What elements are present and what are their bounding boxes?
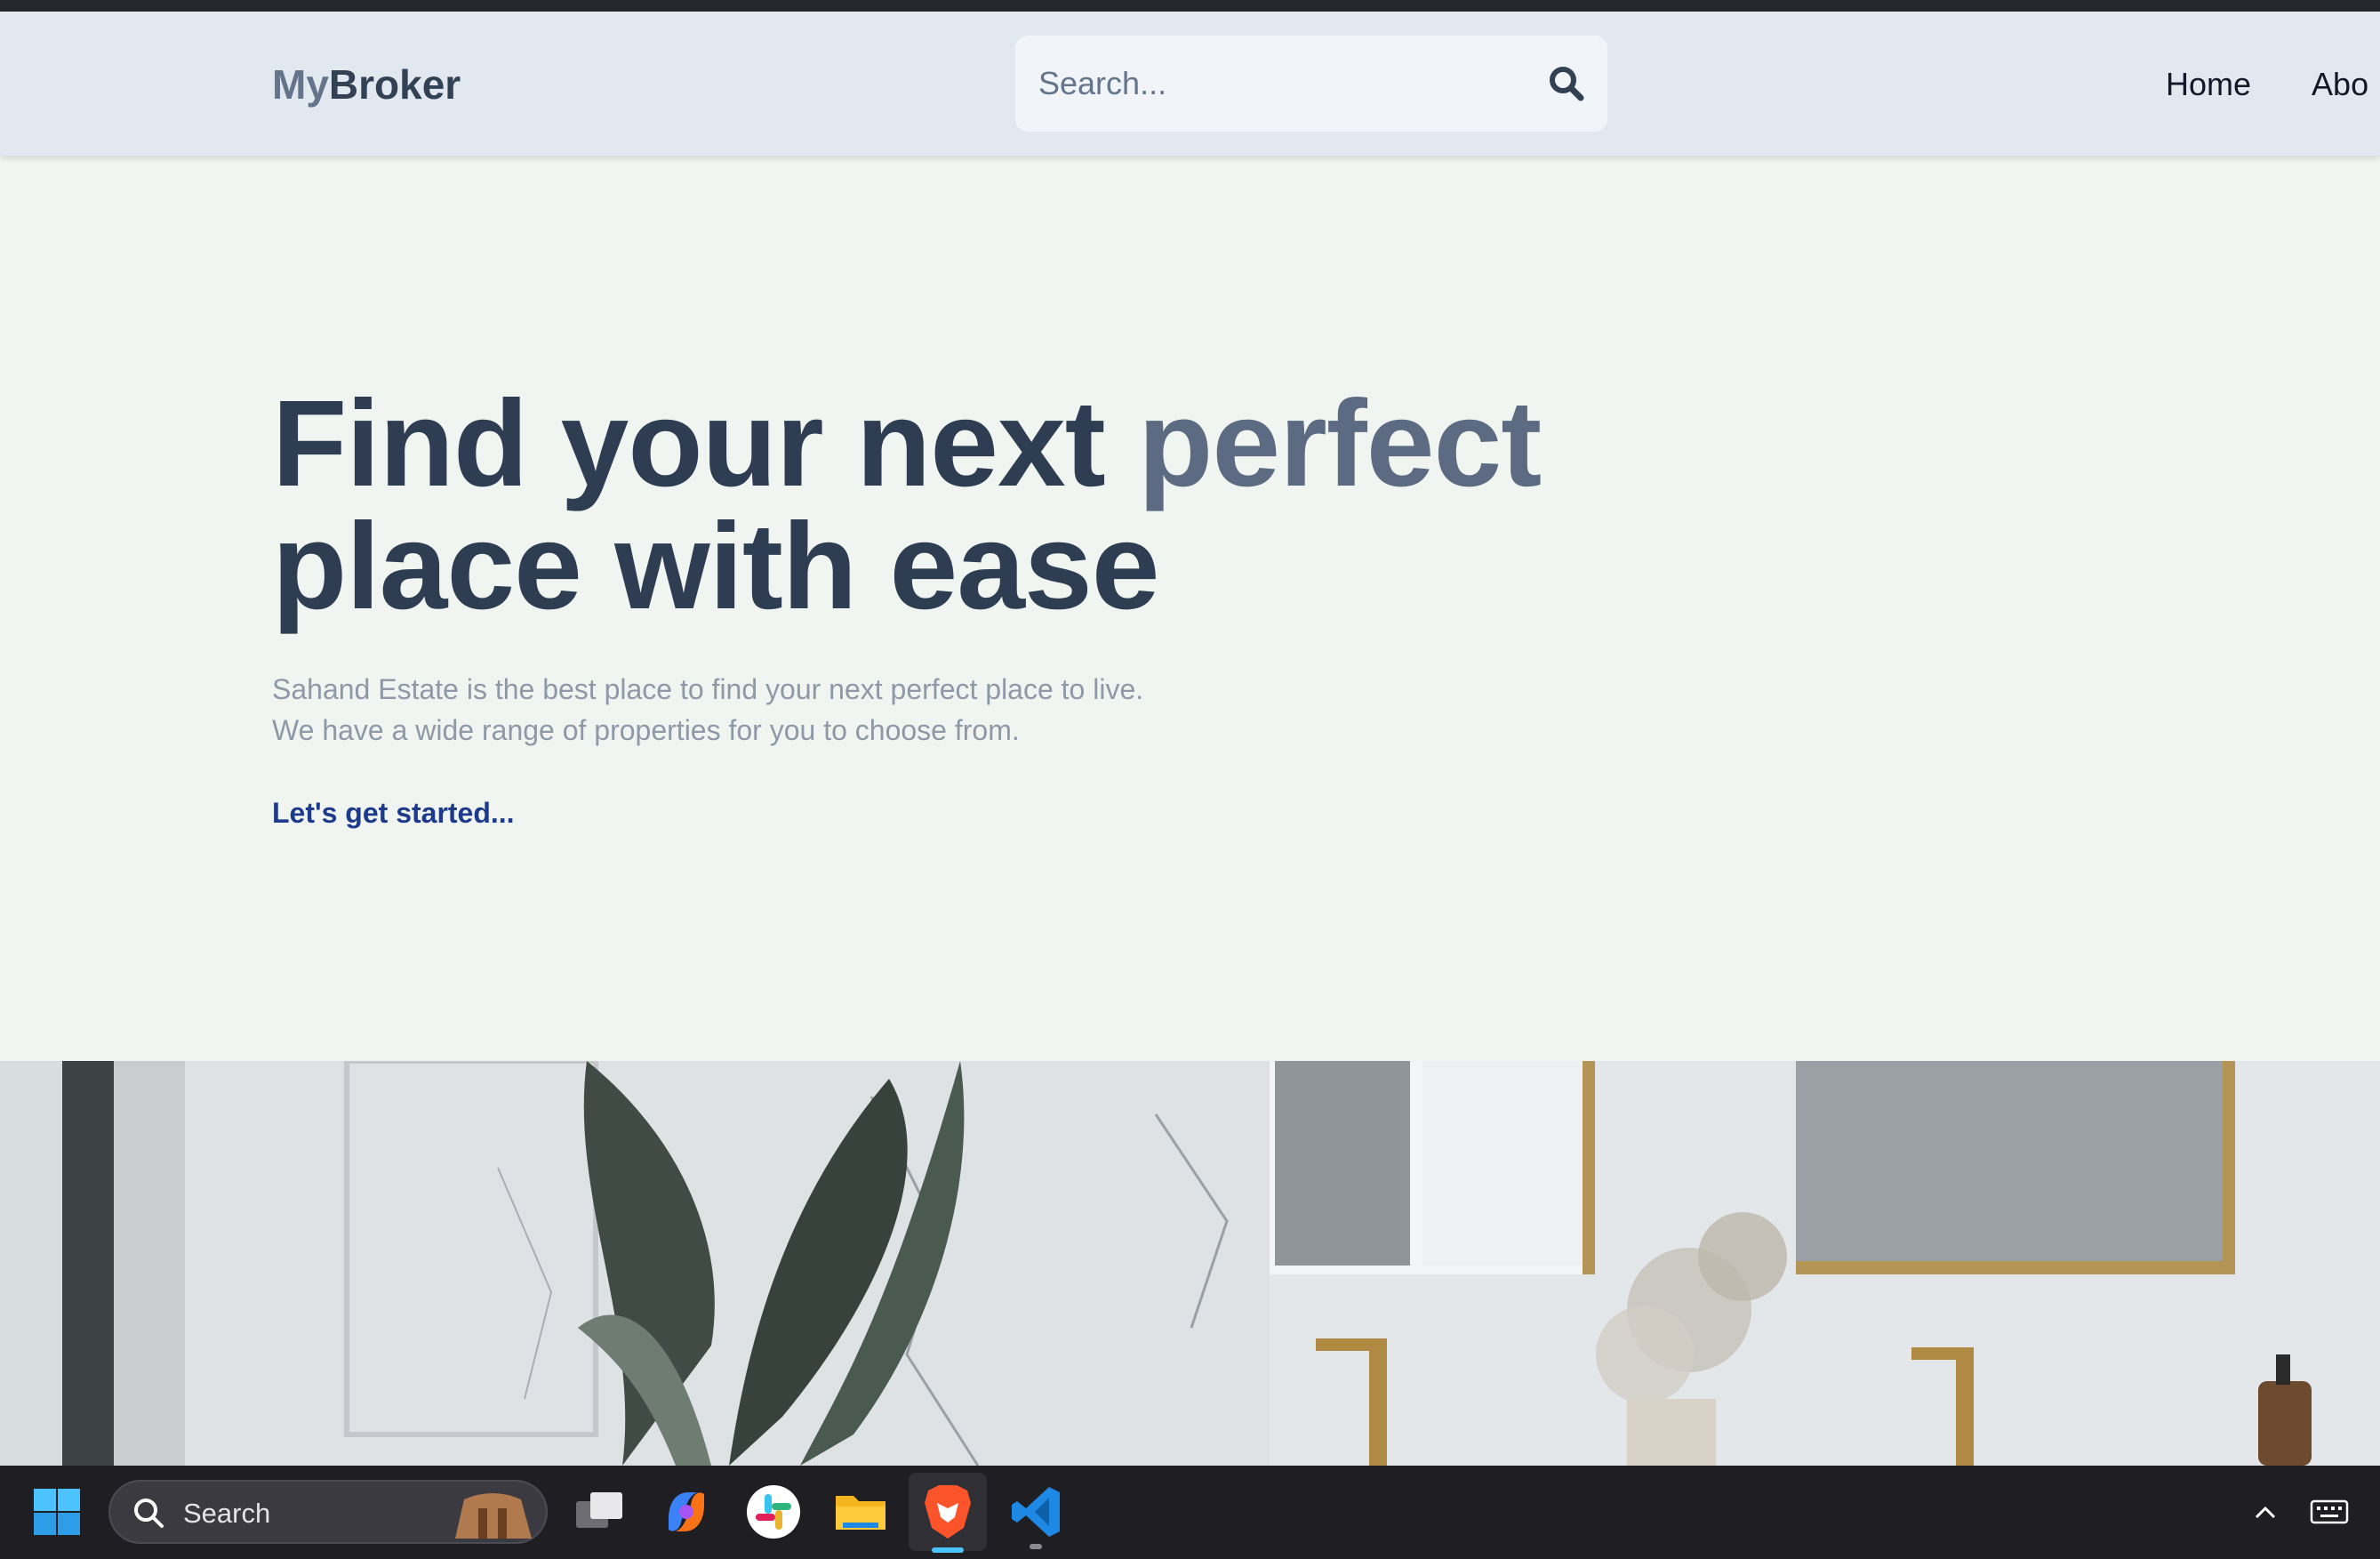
brave-lion-icon [925, 1485, 971, 1539]
active-app-indicator [932, 1547, 964, 1553]
slack-icon [747, 1485, 800, 1539]
brave-browser-button[interactable] [909, 1473, 987, 1551]
search-input[interactable] [1038, 36, 1536, 132]
windows-taskbar: Search [0, 1466, 2380, 1559]
hero-desc-line2: We have a wide range of properties for y… [272, 714, 1020, 746]
vscode-icon [1012, 1487, 1060, 1537]
site-header: MyBroker Home Abo [0, 12, 2380, 156]
start-button[interactable] [32, 1487, 82, 1537]
taskbar-search-label: Search [183, 1498, 271, 1529]
hero-title-line2: place with ease [272, 498, 1159, 635]
nav-about[interactable]: Abo [2312, 66, 2368, 102]
chevron-up-icon [2255, 1506, 2276, 1519]
copilot-button[interactable] [658, 1483, 715, 1540]
hero-desc-line1: Sahand Estate is the best place to find … [272, 673, 1144, 705]
search-highlight-icon [455, 1493, 532, 1539]
logo-prefix: My [272, 61, 329, 108]
hero-title-part1: Find your next [272, 375, 1139, 512]
vscode-button[interactable] [1008, 1483, 1065, 1540]
get-started-link[interactable]: Let's get started... [272, 797, 515, 830]
browser-top-edge [0, 0, 2380, 12]
copilot-icon [669, 1492, 704, 1531]
hero-title-accent: perfect [1138, 375, 1542, 512]
site-logo[interactable]: MyBroker [272, 60, 461, 109]
folder-icon [836, 1496, 885, 1530]
main-nav: Home Abo [2166, 65, 2380, 103]
running-app-indicator [1030, 1544, 1042, 1549]
show-hidden-icons-button[interactable] [2249, 1496, 2281, 1532]
search-icon [1550, 67, 1584, 101]
bathroom-hero-image [0, 1061, 2380, 1466]
task-view-button[interactable] [571, 1483, 628, 1540]
taskbar-search[interactable]: Search [108, 1480, 548, 1544]
search-form [1015, 36, 1607, 132]
task-view-icon [576, 1492, 622, 1528]
touch-keyboard-button[interactable] [2310, 1496, 2349, 1532]
hero-description: Sahand Estate is the best place to find … [272, 669, 1250, 751]
search-button[interactable] [1545, 62, 1588, 105]
search-icon [134, 1499, 164, 1528]
nav-home[interactable]: Home [2166, 66, 2251, 102]
keyboard-icon [2310, 1499, 2349, 1524]
hero-title: Find your next perfect place with ease [272, 382, 1542, 628]
logo-suffix: Broker [328, 61, 461, 108]
slack-button[interactable] [745, 1483, 802, 1540]
windows-logo-icon [34, 1489, 80, 1535]
file-explorer-button[interactable] [832, 1483, 889, 1540]
